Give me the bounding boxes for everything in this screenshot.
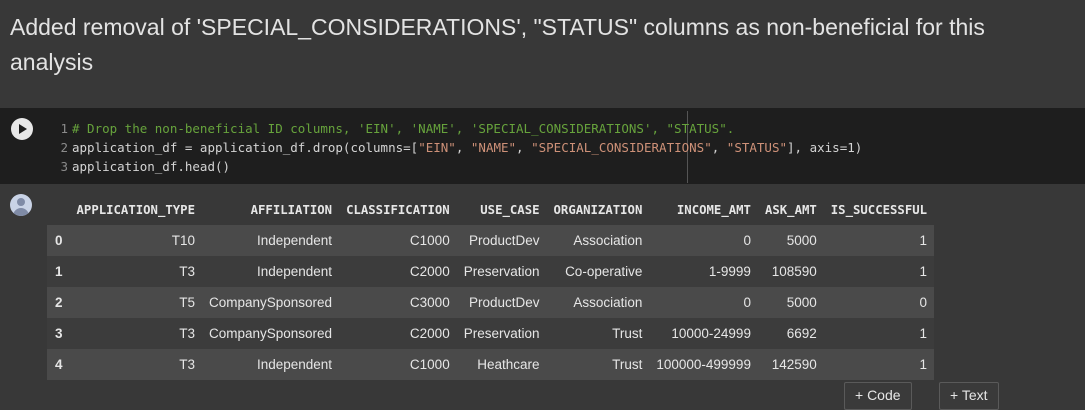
line-number: 3 [60, 159, 68, 174]
row-index: 4 [47, 349, 70, 380]
column-header: INCOME_AMT [676, 202, 751, 217]
table-cell: 0 [649, 225, 758, 256]
table-cell: C1000 [339, 225, 457, 256]
table-row: 3 T3 CompanySponsored C2000 Preservation… [47, 318, 935, 349]
code-line-1: 1 # Drop the non-beneficial ID columns, '… [56, 119, 862, 138]
table-cell: 108590 [757, 256, 824, 287]
table-cell: C2000 [339, 256, 457, 287]
code-comment: # Drop the non-beneficial ID columns, 'E… [72, 121, 735, 136]
table-cell: ProductDev [456, 287, 547, 318]
table-cell: 1 [823, 225, 935, 256]
column-header: CLASSIFICATION [346, 202, 450, 217]
table-cell: C3000 [339, 287, 457, 318]
table-cell: Preservation [456, 318, 547, 349]
add-text-cell-button[interactable]: + Text [939, 382, 999, 410]
table-row: 1 T3 Independent C2000 Preservation Co-o… [47, 256, 935, 287]
code-text: application_df = application_df.drop(col… [72, 140, 419, 155]
column-header: ASK_AMT [764, 202, 817, 217]
line-number: 2 [60, 140, 68, 155]
table-cell: T3 [69, 256, 202, 287]
table-cell: CompanySponsored [201, 287, 340, 318]
table-row: 0 T10 Independent C1000 ProductDev Assoc… [47, 225, 935, 256]
table-cell: 6692 [757, 318, 824, 349]
table-cell: T10 [69, 225, 202, 256]
add-code-cell-button[interactable]: + Code [844, 382, 912, 410]
code-text: ], axis=1) [787, 140, 863, 155]
table-cell: 0 [649, 287, 758, 318]
table-cell: 1-9999 [649, 256, 758, 287]
code-line-2: 2 application_df = application_df.drop(co… [56, 138, 862, 157]
table-cell: 5000 [757, 225, 824, 256]
user-avatar-icon [10, 194, 32, 216]
code-string: "NAME" [470, 140, 517, 155]
column-header: AFFILIATION [250, 202, 333, 217]
column-header: ORGANIZATION [553, 202, 643, 217]
code-string: "EIN" [418, 140, 456, 155]
table-cell: 5000 [757, 287, 824, 318]
table-cell: Independent [201, 256, 340, 287]
code-string: "STATUS" [726, 140, 788, 155]
code-string: "SPECIAL_CONSIDERATIONS" [531, 140, 712, 155]
table-cell: Trust [546, 318, 650, 349]
table-cell: T5 [69, 287, 202, 318]
table-row: 4 T3 Independent C1000 Heathcare Trust 1… [47, 349, 935, 380]
table-cell: C2000 [339, 318, 457, 349]
code-text: , [711, 140, 727, 155]
table-cell: 0 [823, 287, 935, 318]
table-cell: ProductDev [456, 225, 547, 256]
code-editor[interactable]: 1 # Drop the non-beneficial ID columns, '… [56, 119, 862, 176]
column-header: APPLICATION_TYPE [76, 202, 195, 217]
row-index: 2 [47, 287, 70, 318]
code-line-3: 3 application_df.head() [56, 157, 862, 176]
table-cell: 1 [823, 318, 935, 349]
run-cell-button[interactable] [11, 118, 33, 140]
table-cell: 1 [823, 349, 935, 380]
table-header-row: APPLICATION_TYPE AFFILIATION CLASSIFICAT… [47, 194, 934, 225]
table-cell: Heathcare [456, 349, 547, 380]
table-cell: CompanySponsored [201, 318, 340, 349]
code-text: application_df.head() [72, 159, 231, 174]
table-cell: Independent [201, 349, 340, 380]
row-index: 3 [47, 318, 70, 349]
table-cell: Co-operative [546, 256, 650, 287]
line-number: 1 [60, 121, 68, 136]
table-row: 2 T5 CompanySponsored C3000 ProductDev A… [47, 287, 935, 318]
table-cell: Association [546, 225, 650, 256]
column-header: IS_SUCCESSFUL [830, 202, 928, 217]
table-cell: Preservation [456, 256, 547, 287]
table-cell: Association [546, 287, 650, 318]
row-index: 1 [47, 256, 70, 287]
table-cell: T3 [69, 318, 202, 349]
dataframe-output: APPLICATION_TYPE AFFILIATION CLASSIFICAT… [47, 194, 935, 380]
column-header [47, 194, 70, 225]
table-cell: 142590 [757, 349, 824, 380]
table-cell: T3 [69, 349, 202, 380]
code-text: , [516, 140, 532, 155]
table-cell: 1 [823, 256, 935, 287]
table-cell: Independent [201, 225, 340, 256]
markdown-text: Added removal of 'SPECIAL_CONSIDERATIONS… [10, 14, 985, 75]
code-text: , [455, 140, 471, 155]
row-index: 0 [47, 225, 70, 256]
markdown-cell[interactable]: Added removal of 'SPECIAL_CONSIDERATIONS… [10, 10, 1010, 80]
table-cell: Trust [546, 349, 650, 380]
table-cell: C1000 [339, 349, 457, 380]
column-header: USE_CASE [480, 202, 540, 217]
table-cell: 10000-24999 [649, 318, 758, 349]
table-cell: 100000-499999 [649, 349, 758, 380]
